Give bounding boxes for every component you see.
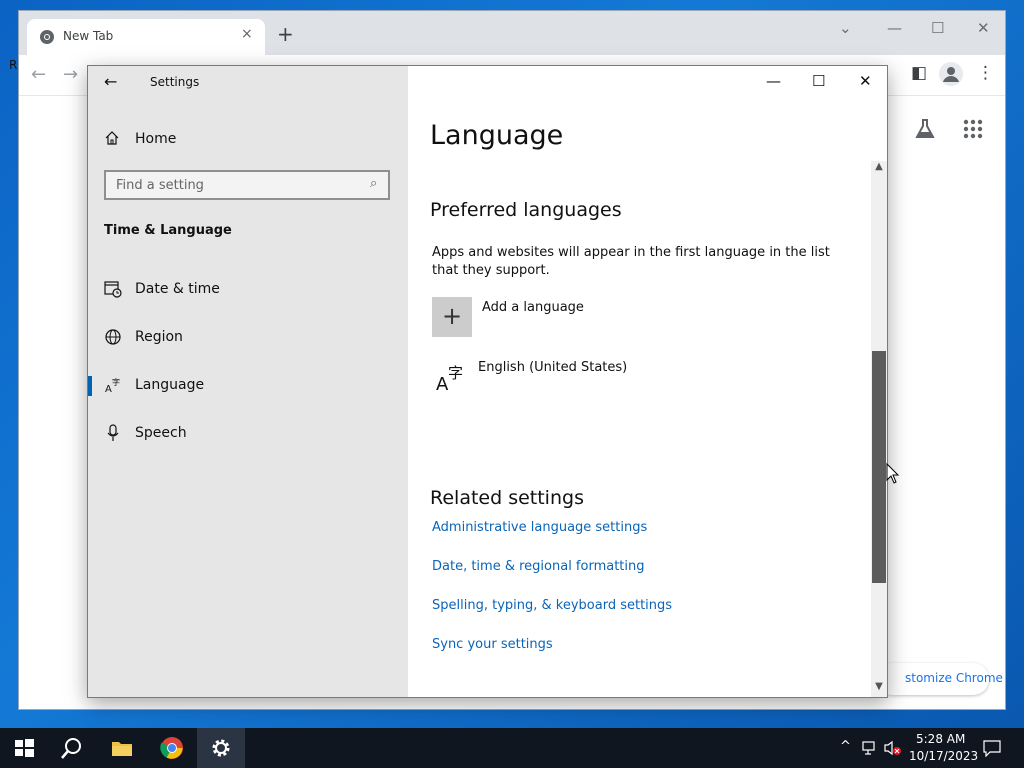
network-icon[interactable] <box>862 740 878 756</box>
apps-grid-icon[interactable] <box>963 119 983 139</box>
chrome-favicon-icon <box>40 30 54 44</box>
preferred-languages-description: Apps and websites will appear in the fir… <box>432 245 830 278</box>
add-language-label[interactable]: Add a language <box>482 300 584 315</box>
new-tab-button[interactable]: + <box>277 24 294 44</box>
preferred-languages-heading: Preferred languages <box>430 199 622 221</box>
settings-content: — ☐ ✕ Language Preferred languages Apps … <box>408 66 887 697</box>
scroll-down-icon[interactable]: ▼ <box>871 681 887 695</box>
scroll-up-icon[interactable]: ▲ <box>871 161 887 175</box>
sidebar-item-speech[interactable]: Speech <box>88 412 408 456</box>
search-taskbar-button[interactable] <box>48 728 96 768</box>
sidebar-item-label: Language <box>135 377 205 393</box>
language-icon: A 字 <box>105 377 120 394</box>
language-glyph-icon: A 字 <box>436 364 463 393</box>
clock-date[interactable]: 10/17/2023 <box>909 749 978 763</box>
customize-chrome-label: stomize Chrome <box>905 671 1003 685</box>
maximize-icon[interactable]: ☐ <box>812 72 825 90</box>
add-language-button[interactable]: + <box>432 297 472 337</box>
mouse-cursor-icon <box>886 463 900 484</box>
back-arrow-icon[interactable]: ← <box>104 72 117 91</box>
taskbar: ^ 5:28 AM 10/17/2023 <box>0 728 1024 768</box>
labs-flask-icon[interactable] <box>913 117 937 141</box>
page-title: Language <box>430 120 564 151</box>
link-admin-language-settings[interactable]: Administrative language settings <box>432 520 647 535</box>
section-header: Time & Language <box>104 223 232 238</box>
kebab-menu-icon[interactable]: ⋮ <box>977 63 994 83</box>
sidebar-item-language[interactable]: A 字 Language <box>88 364 408 408</box>
globe-icon <box>105 329 121 345</box>
active-indicator <box>88 376 92 396</box>
link-spelling-typing-keyboard[interactable]: Spelling, typing, & keyboard settings <box>432 598 672 613</box>
tab-search-icon[interactable]: ⌄ <box>839 19 852 37</box>
search-icon[interactable]: ⌕ <box>370 176 377 191</box>
person-icon <box>943 67 959 82</box>
svg-text:A: A <box>105 384 112 394</box>
minimize-icon[interactable]: — <box>887 19 902 37</box>
microphone-icon <box>107 424 119 441</box>
notification-icon[interactable] <box>983 739 1001 757</box>
forward-arrow-icon[interactable]: → <box>63 64 78 85</box>
home-icon <box>105 131 119 145</box>
maximize-icon[interactable]: ☐ <box>931 19 944 37</box>
chrome-tab-title: New Tab <box>63 29 114 43</box>
customize-chrome-button[interactable]: stomize Chrome <box>877 663 1003 695</box>
desktop-icon-label[interactable]: R <box>9 58 17 72</box>
search-input[interactable] <box>116 176 356 194</box>
chevron-up-icon[interactable]: ^ <box>840 739 851 754</box>
windows-logo-icon <box>15 739 34 757</box>
chrome-tab[interactable]: New Tab × <box>27 19 265 55</box>
search-icon <box>61 738 81 759</box>
calendar-clock-icon <box>104 281 122 298</box>
folder-icon <box>112 742 132 756</box>
chrome-tab-strip: New Tab × + ⌄ — ☐ ✕ <box>19 11 1005 55</box>
svg-text:字: 字 <box>448 364 463 382</box>
close-icon[interactable]: ✕ <box>977 19 990 37</box>
svg-text:字: 字 <box>112 377 120 387</box>
link-sync-settings[interactable]: Sync your settings <box>432 637 553 652</box>
plus-icon: + <box>442 302 463 330</box>
chrome-taskbar-button[interactable] <box>148 728 196 768</box>
app-title: Settings <box>150 75 200 89</box>
profile-avatar[interactable] <box>939 62 963 86</box>
scrollbar-thumb[interactable] <box>872 351 886 583</box>
content-scrollbar[interactable]: ▲ ▼ <box>871 161 887 697</box>
sidebar-item-region[interactable]: Region <box>88 316 408 360</box>
link-date-time-regional-formatting[interactable]: Date, time & regional formatting <box>432 559 645 574</box>
sidebar-item-label: Speech <box>135 425 187 441</box>
installed-language-item[interactable]: English (United States) <box>478 360 627 375</box>
side-panel-icon[interactable]: ◧ <box>911 63 927 83</box>
home-label: Home <box>135 131 177 147</box>
tab-close-icon[interactable]: × <box>241 26 253 42</box>
settings-window: ← Settings Home ⌕ Time & Language Date &… <box>87 65 888 698</box>
find-setting-search[interactable]: ⌕ <box>104 170 390 200</box>
sidebar-item-label: Region <box>135 329 183 345</box>
sidebar-item-date-time[interactable]: Date & time <box>88 268 408 312</box>
chrome-icon <box>160 737 183 759</box>
settings-sidebar: ← Settings Home ⌕ Time & Language Date &… <box>88 66 408 697</box>
start-button[interactable] <box>0 728 48 768</box>
clock-time[interactable]: 5:28 AM <box>916 732 965 746</box>
settings-taskbar-button[interactable] <box>197 728 245 768</box>
close-icon[interactable]: ✕ <box>859 72 872 90</box>
volume-muted-icon[interactable] <box>884 740 902 756</box>
minimize-icon[interactable]: — <box>766 72 781 90</box>
sidebar-item-label: Date & time <box>135 281 220 297</box>
related-settings-heading: Related settings <box>430 487 584 509</box>
file-explorer-button[interactable] <box>98 728 146 768</box>
back-arrow-icon[interactable]: ← <box>31 64 46 85</box>
home-nav-item[interactable]: Home <box>104 130 394 154</box>
gear-icon <box>212 739 230 757</box>
